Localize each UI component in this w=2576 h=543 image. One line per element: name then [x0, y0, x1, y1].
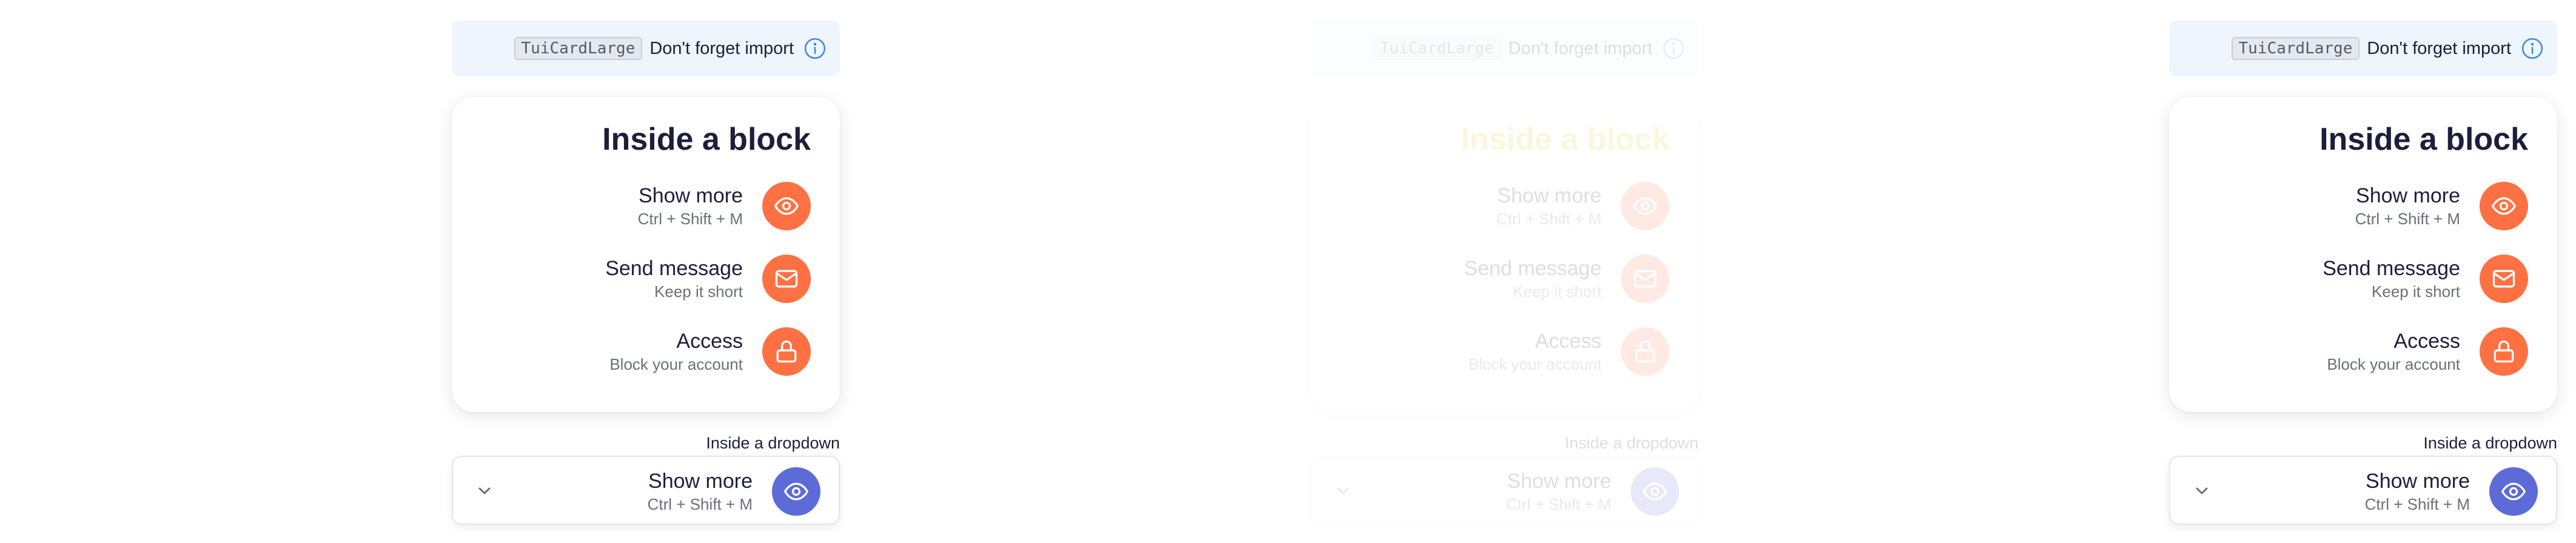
- dropdown-card[interactable]: Show more Ctrl + Shift + M: [2169, 456, 2557, 525]
- eye-icon: [1621, 182, 1669, 230]
- chevron-down-icon[interactable]: [475, 481, 494, 501]
- item-label: Send message: [605, 257, 743, 280]
- mail-icon: [762, 255, 811, 303]
- mail-icon: [2480, 255, 2528, 303]
- dropdown-item[interactable]: Show more Ctrl + Shift + M: [2365, 466, 2538, 517]
- item-subtitle: Keep it short: [2372, 282, 2460, 301]
- component-code: TuiCardLarge: [2231, 37, 2360, 60]
- card-item[interactable]: Access Block your account: [1468, 326, 1669, 377]
- dropdown-item[interactable]: Show more Ctrl + Shift + M: [648, 466, 820, 517]
- import-note-text: Don't forget import: [649, 38, 794, 58]
- card-item[interactable]: Show more Ctrl + Shift + M: [638, 181, 811, 232]
- dropdown-item-subtitle: Ctrl + Shift + M: [2364, 495, 2470, 513]
- item-subtitle: Block your account: [1468, 355, 1602, 373]
- block-title: Inside a block: [2319, 121, 2528, 158]
- dropdown-item[interactable]: Show more Ctrl + Shift + M: [1506, 466, 1679, 517]
- dropdown-item-label: Show more: [648, 470, 753, 493]
- block-card: Inside a block Show more Ctrl + Shift + …: [2169, 97, 2557, 412]
- card-item[interactable]: Show more Ctrl + Shift + M: [2355, 181, 2528, 232]
- card-item[interactable]: Send message Keep it short: [605, 253, 811, 304]
- block-title-text: Inside a block: [1461, 122, 1669, 157]
- item-label: Send message: [1464, 257, 1602, 280]
- item-label: Access: [2393, 330, 2460, 353]
- dropdown-item-label: Show more: [1507, 470, 1611, 493]
- dropdown-caption: Inside a dropdown: [2423, 434, 2557, 452]
- item-label: Show more: [1497, 184, 1602, 207]
- dropdown-item-subtitle: Ctrl + Shift + M: [1506, 495, 1611, 513]
- card-item[interactable]: Send message Keep it short: [2323, 253, 2528, 304]
- item-subtitle: Ctrl + Shift + M: [1496, 210, 1602, 228]
- import-note: TuiCardLarge Don't forget import: [2169, 21, 2557, 76]
- item-label: Access: [676, 330, 743, 353]
- item-label: Access: [1535, 330, 1602, 353]
- card-item[interactable]: Send message Keep it short: [1464, 253, 1669, 304]
- demo-panel: TuiCardLarge Don't forget import Inside …: [0, 0, 859, 543]
- info-icon[interactable]: [1662, 37, 1685, 60]
- block-card: Inside a block Show more Ctrl + Shift + …: [1310, 97, 1699, 412]
- import-note-text: Don't forget import: [2367, 38, 2511, 58]
- demo-panel: TuiCardLarge Don't forget import Inside …: [1717, 0, 2576, 543]
- item-label: Send message: [2323, 257, 2460, 280]
- item-subtitle: Keep it short: [1513, 282, 1602, 301]
- lock-icon: [1621, 327, 1669, 376]
- import-note: TuiCardLarge Don't forget import: [452, 21, 840, 76]
- chevron-down-icon[interactable]: [1333, 481, 1353, 501]
- block-card: Inside a block Show more Ctrl + Shift + …: [452, 97, 840, 412]
- block-title-text: Inside a block: [2319, 122, 2528, 157]
- component-code: TuiCardLarge: [1372, 37, 1501, 60]
- eye-icon: [1631, 467, 1679, 516]
- dropdown-item-label: Show more: [2366, 470, 2470, 493]
- import-note-text: Don't forget import: [1508, 38, 1652, 58]
- eye-icon: [762, 182, 811, 230]
- dropdown-card[interactable]: Show more Ctrl + Shift + M: [452, 456, 840, 525]
- eye-icon: [2480, 182, 2528, 230]
- card-item[interactable]: Show more Ctrl + Shift + M: [1497, 181, 1669, 232]
- item-label: Show more: [2356, 184, 2460, 207]
- eye-icon: [772, 467, 820, 516]
- dropdown-caption: Inside a dropdown: [1565, 434, 1699, 452]
- item-subtitle: Ctrl + Shift + M: [2355, 210, 2460, 228]
- block-title: Inside a block: [1461, 121, 1669, 158]
- item-subtitle: Block your account: [2327, 355, 2460, 373]
- info-icon[interactable]: [2521, 37, 2544, 60]
- item-label: Show more: [639, 184, 743, 207]
- chevron-down-icon[interactable]: [2192, 481, 2212, 501]
- block-title: Inside a block: [602, 121, 811, 158]
- item-subtitle: Block your account: [609, 355, 743, 373]
- demo-panel: TuiCardLarge Don't forget import Inside …: [859, 0, 1717, 543]
- dropdown-caption: Inside a dropdown: [706, 434, 840, 452]
- eye-icon: [2489, 467, 2538, 516]
- card-item[interactable]: Access Block your account: [609, 326, 811, 377]
- info-icon[interactable]: [803, 37, 827, 60]
- mail-icon: [1621, 255, 1669, 303]
- item-subtitle: Keep it short: [654, 282, 743, 301]
- component-code: TuiCardLarge: [514, 37, 643, 60]
- dropdown-item-subtitle: Ctrl + Shift + M: [647, 495, 753, 513]
- lock-icon: [762, 327, 811, 376]
- card-item[interactable]: Access Block your account: [2327, 326, 2528, 377]
- lock-icon: [2480, 327, 2528, 376]
- import-note: TuiCardLarge Don't forget import: [1310, 21, 1699, 76]
- block-title-text: Inside a block: [602, 122, 811, 157]
- dropdown-card[interactable]: Show more Ctrl + Shift + M: [1310, 456, 1699, 525]
- item-subtitle: Ctrl + Shift + M: [637, 210, 743, 228]
